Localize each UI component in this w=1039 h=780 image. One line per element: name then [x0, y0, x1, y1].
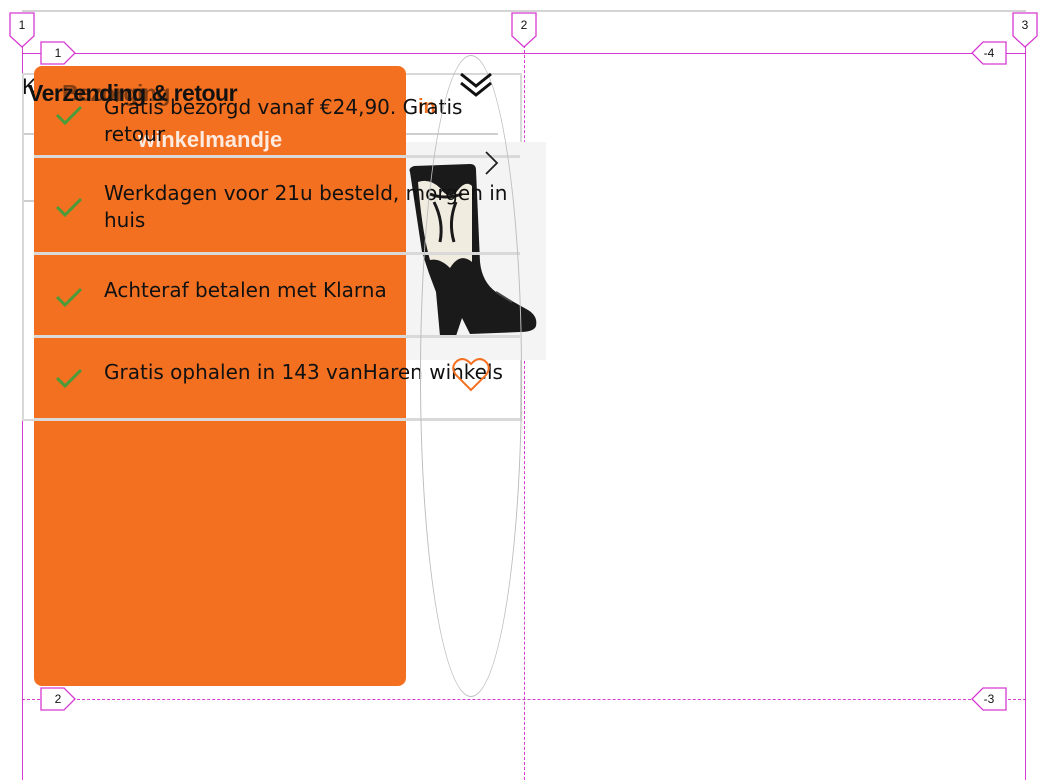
grid-line-row-2 [22, 699, 1026, 700]
heart-icon[interactable] [452, 357, 490, 397]
double-chevron-down-icon[interactable] [458, 70, 494, 104]
chevron-right-icon[interactable] [484, 150, 500, 180]
grid-col-badge: 3 [1012, 12, 1038, 48]
grid-row-badge: 2 [40, 687, 76, 711]
grid-row-badge: -4 [971, 41, 1007, 65]
grid-row-badge: -3 [971, 687, 1007, 711]
check-icon [34, 94, 104, 126]
check-icon [34, 196, 104, 218]
grid-line-row-1 [22, 53, 1026, 54]
check-icon [34, 286, 104, 308]
grid-col-badge: 1 [9, 12, 35, 48]
grid-row-badge: 1 [40, 41, 76, 65]
grid-col-badge: 2 [511, 12, 537, 48]
check-icon [34, 367, 104, 389]
grid-line-col-3 [1025, 40, 1026, 780]
